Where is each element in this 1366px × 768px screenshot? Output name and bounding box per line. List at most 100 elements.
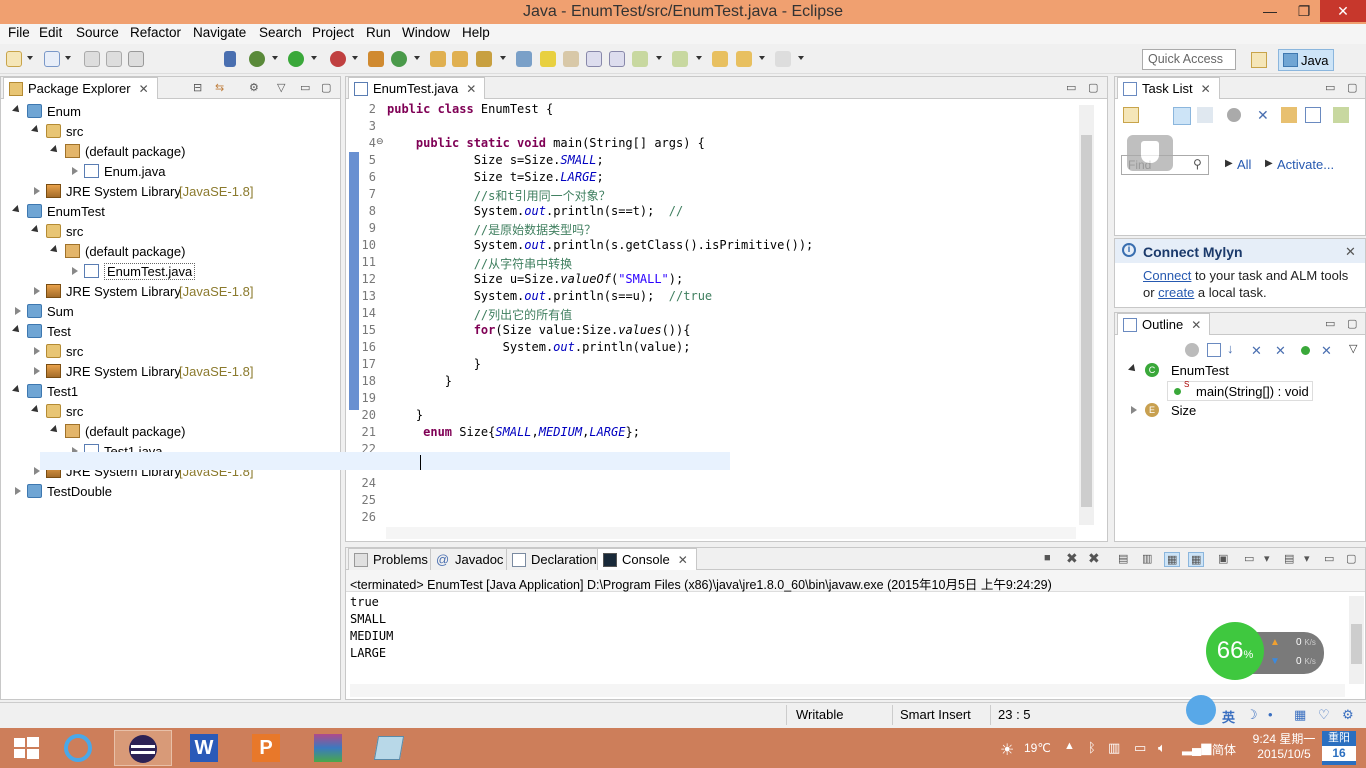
chevron-down-icon[interactable]: ▽: [277, 81, 285, 94]
collapse-all-icon[interactable]: [1207, 343, 1221, 357]
minimize-icon[interactable]: ▭: [300, 81, 310, 94]
code-line[interactable]: }: [387, 408, 423, 422]
expand-arrow-icon[interactable]: [34, 287, 40, 295]
run-icon[interactable]: [288, 51, 304, 67]
code-line[interactable]: public static void main(String[] args) {: [387, 136, 705, 150]
expand-arrow-icon[interactable]: [50, 145, 60, 155]
volume-icon[interactable]: 🔈︎: [1158, 740, 1166, 756]
display-console-icon[interactable]: ▭: [1244, 552, 1254, 565]
ime-mode[interactable]: 简体: [1212, 741, 1236, 758]
code-line[interactable]: public class EnumTest {: [387, 102, 553, 116]
tree-item[interactable]: JRE System Library [JavaSE-1.8]: [1, 282, 339, 302]
maximize-icon[interactable]: ▢: [321, 81, 331, 94]
focus-icon[interactable]: [1227, 108, 1241, 122]
tree-item[interactable]: Enum: [1, 102, 339, 122]
code-line[interactable]: //列出它的所有值: [387, 306, 572, 323]
chevron-down-icon[interactable]: [798, 56, 804, 60]
tree-item[interactable]: (default package): [1, 142, 339, 162]
menu-search[interactable]: Search: [259, 25, 302, 40]
menu-window[interactable]: Window: [402, 25, 450, 40]
new-java-project-icon[interactable]: [368, 51, 384, 67]
code-line[interactable]: }: [387, 374, 452, 388]
tab-enumtest-java[interactable]: EnumTest.java ✕: [348, 77, 486, 99]
tree-item[interactable]: src: [1, 402, 339, 422]
wps-writer-icon[interactable]: W: [176, 730, 234, 766]
open-type-icon[interactable]: [430, 51, 446, 67]
maximize-icon[interactable]: ▢: [1088, 81, 1098, 94]
code-line[interactable]: for(Size value:Size.values()){: [387, 323, 691, 337]
signal-icon[interactable]: ▂▄▆: [1182, 740, 1211, 756]
code-line[interactable]: System.out.println(s==u); //true: [387, 289, 712, 303]
wps-presentation-icon[interactable]: P: [238, 730, 296, 766]
show-stdout-icon[interactable]: ▦: [1164, 552, 1181, 567]
tree-item[interactable]: Test: [1, 322, 339, 342]
close-icon[interactable]: ✕: [466, 82, 476, 96]
expand-arrow-icon[interactable]: [50, 425, 60, 435]
restore-button[interactable]: ❐: [1288, 0, 1320, 22]
print-icon[interactable]: [128, 51, 144, 67]
menu-navigate[interactable]: Navigate: [193, 25, 246, 40]
tab-outline[interactable]: Outline ✕: [1117, 313, 1211, 335]
expand-arrow-icon[interactable]: [50, 245, 60, 255]
quick-access-input[interactable]: Quick Access: [1142, 49, 1236, 70]
clear-console-icon[interactable]: ▤: [1118, 552, 1128, 565]
expand-arrow-icon[interactable]: [31, 225, 41, 235]
network-speed-widget[interactable]: ▲ 0 K/s ▼ 0 K/s 66%: [1206, 622, 1324, 682]
code-line[interactable]: }: [387, 357, 481, 371]
chevron-up-icon[interactable]: ▲: [1064, 740, 1075, 752]
expand-arrow-icon[interactable]: [12, 385, 22, 395]
code-line[interactable]: Size t=Size.LARGE;: [387, 170, 604, 184]
skin-icon[interactable]: ♡: [1318, 707, 1330, 723]
annotation-icon[interactable]: [563, 51, 579, 67]
winrar-icon[interactable]: [300, 730, 358, 766]
maximize-icon[interactable]: ▢: [1346, 552, 1356, 565]
tree-item[interactable]: JRE System Library [JavaSE-1.8]: [1, 362, 339, 382]
connect-link[interactable]: Connect: [1143, 268, 1191, 283]
view-menu-icon[interactable]: ⚙: [249, 81, 259, 94]
expand-arrow-icon[interactable]: [15, 487, 21, 495]
scroll-lock-icon[interactable]: ▥: [1142, 552, 1152, 565]
last-edit-icon[interactable]: [712, 51, 728, 67]
menu-help[interactable]: Help: [462, 25, 490, 40]
code-line[interactable]: Size u=Size.valueOf("SMALL");: [387, 272, 684, 286]
highlight-icon[interactable]: [540, 51, 556, 67]
close-icon[interactable]: ✕: [139, 82, 149, 96]
tree-item[interactable]: Sum: [1, 302, 339, 322]
code-line[interactable]: //是原始数据类型吗？: [387, 221, 596, 238]
weather-temp[interactable]: 19℃: [1024, 741, 1051, 755]
ime-settings-icon[interactable]: ⚙: [1342, 707, 1354, 723]
horizontal-scrollbar[interactable]: [386, 527, 1076, 539]
close-icon[interactable]: ✕: [1201, 82, 1211, 96]
toggle-mark-occurrences-icon[interactable]: [516, 51, 532, 67]
expand-arrow-icon[interactable]: [72, 167, 78, 175]
eclipse-taskbar-icon[interactable]: [114, 730, 172, 766]
chevron-down-icon[interactable]: [65, 56, 71, 60]
keyboard-icon[interactable]: ▦: [1294, 707, 1306, 723]
menu-refactor[interactable]: Refactor: [130, 25, 181, 40]
open-console-icon[interactable]: ▤: [1284, 552, 1294, 565]
save-icon[interactable]: [84, 51, 100, 67]
remove-all-icon[interactable]: ✖: [1088, 550, 1100, 567]
open-perspective-icon[interactable]: [1248, 49, 1270, 71]
expand-arrow-icon[interactable]: [34, 347, 40, 355]
prev-annotation-icon[interactable]: [672, 51, 688, 67]
search-icon[interactable]: [476, 51, 492, 67]
sort-icon[interactable]: ↓: [1227, 341, 1234, 356]
external-tools-icon[interactable]: [330, 51, 346, 67]
collapse-icon[interactable]: [1281, 107, 1297, 123]
tree-item[interactable]: Test1: [1, 382, 339, 402]
expand-arrow-icon[interactable]: [31, 125, 41, 135]
next-annotation-icon[interactable]: [632, 51, 648, 67]
close-button[interactable]: ✕: [1320, 0, 1366, 22]
focus-icon[interactable]: [1185, 343, 1199, 357]
tab-package-explorer[interactable]: Package Explorer ✕: [3, 77, 158, 99]
maximize-icon[interactable]: ▢: [1347, 317, 1357, 330]
minimize-icon[interactable]: ▭: [1324, 552, 1334, 565]
activate-link[interactable]: Activate...: [1277, 157, 1334, 172]
ime-language[interactable]: 英: [1222, 707, 1235, 726]
new-project-icon[interactable]: [44, 51, 60, 67]
outline-item-size[interactable]: E Size: [1125, 401, 1345, 421]
back-icon[interactable]: [736, 51, 752, 67]
calendar-widget[interactable]: 重阳 16: [1322, 731, 1356, 765]
tree-item[interactable]: (default package): [1, 422, 339, 442]
